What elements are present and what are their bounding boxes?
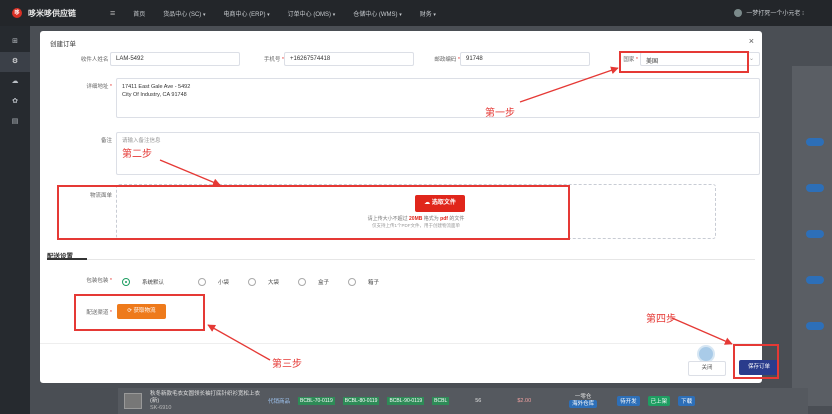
arrow-step2 xyxy=(159,159,221,186)
arrow-step4 xyxy=(671,317,733,345)
annotation-arrows xyxy=(159,66,733,361)
arrow-step1 xyxy=(519,66,619,103)
arrow-step3 xyxy=(207,324,271,361)
